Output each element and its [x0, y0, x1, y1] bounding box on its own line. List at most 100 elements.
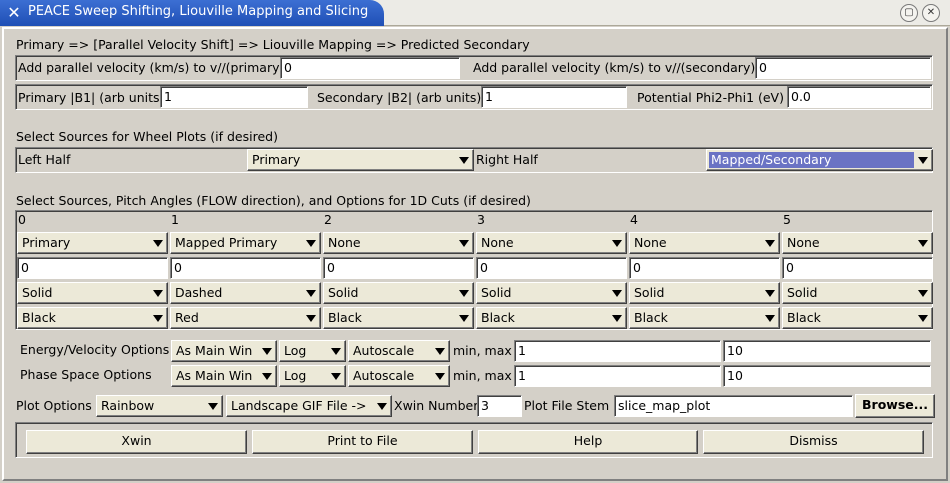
chevron-down-icon	[306, 290, 316, 297]
plot-file-stem-input[interactable]: slice_map_plot	[614, 395, 853, 417]
cut-pitch-input[interactable]: 0	[17, 257, 168, 279]
chevron-down-icon	[612, 290, 622, 297]
phase-scale-value: Log	[284, 368, 307, 383]
cut-color-dropdown[interactable]: Black	[782, 307, 933, 329]
b2-label: Secondary |B2| (arb units)	[317, 90, 482, 105]
cut-color-value: Black	[22, 310, 56, 325]
cut-color-dropdown[interactable]: Black	[17, 307, 168, 329]
colormap-dropdown[interactable]: Rainbow	[96, 395, 223, 417]
phi-input[interactable]: 0.0	[787, 86, 931, 108]
title-tab: ✕ PEACE Sweep Shifting, Liouville Mappin…	[0, 0, 384, 26]
add-vpar-secondary-input[interactable]: 0	[755, 57, 931, 79]
cut-line-dropdown[interactable]: Solid	[323, 282, 474, 304]
cut-color-dropdown[interactable]: Red	[170, 307, 321, 329]
chevron-down-icon	[153, 315, 163, 322]
cut-line-value: Solid	[22, 285, 53, 300]
cut-col-index: 2	[324, 212, 332, 227]
energy-mode-dropdown[interactable]: As Main Win	[171, 340, 277, 362]
cut-line-dropdown[interactable]: Solid	[17, 282, 168, 304]
phase-min-input[interactable]: 1	[514, 365, 721, 387]
cut-source-dropdown[interactable]: None	[782, 232, 933, 254]
cut-source-dropdown[interactable]: None	[629, 232, 780, 254]
cut-source-dropdown[interactable]: None	[476, 232, 627, 254]
energy-min-input[interactable]: 1	[514, 340, 721, 362]
colormap-value: Rainbow	[101, 398, 155, 413]
cut-source-dropdown[interactable]: Primary	[17, 232, 168, 254]
xwin-button[interactable]: Xwin	[26, 430, 247, 454]
chevron-down-icon	[765, 290, 775, 297]
cut-pitch-input[interactable]: 0	[782, 257, 933, 279]
cut-color-value: Black	[634, 310, 668, 325]
help-button[interactable]: Help	[478, 430, 698, 454]
cut-color-dropdown[interactable]: Black	[629, 307, 780, 329]
cut-line-dropdown[interactable]: Solid	[782, 282, 933, 304]
chevron-down-icon	[306, 315, 316, 322]
chevron-down-icon	[918, 157, 928, 164]
energy-mode-value: As Main Win	[176, 343, 253, 358]
b1-input[interactable]: 1	[160, 86, 308, 108]
phase-max-input[interactable]: 10	[723, 365, 931, 387]
cuts-header: Select Sources, Pitch Angles (FLOW direc…	[16, 193, 531, 208]
cut-line-value: Solid	[481, 285, 512, 300]
energy-options-label: Energy/Velocity Options	[20, 342, 170, 357]
b2-input[interactable]: 1	[481, 86, 627, 108]
cut-source-dropdown[interactable]: Mapped Primary	[170, 232, 321, 254]
title-bar: ✕ PEACE Sweep Shifting, Liouville Mappin…	[0, 0, 950, 26]
wheel-left-label: Left Half	[18, 152, 71, 167]
cut-color-dropdown[interactable]: Black	[476, 307, 627, 329]
window-title: PEACE Sweep Shifting, Liouville Mapping …	[28, 4, 369, 19]
cut-line-value: Solid	[328, 285, 359, 300]
plot-file-stem-label: Plot File Stem	[524, 398, 610, 413]
chevron-down-icon	[459, 157, 469, 164]
cut-pitch-input[interactable]: 0	[170, 257, 321, 279]
wheel-right-value: Mapped/Secondary	[709, 152, 914, 168]
b1-label: Primary |B1| (arb units)	[18, 90, 165, 105]
wheel-left-value: Primary	[252, 152, 301, 167]
cut-source-value: None	[481, 235, 514, 250]
cut-pitch-input[interactable]: 0	[629, 257, 780, 279]
cut-source-value: Primary	[22, 235, 71, 250]
cut-col-index: 3	[477, 212, 485, 227]
phase-scale-dropdown[interactable]: Log	[279, 365, 346, 387]
close-icon[interactable]: ✕	[922, 4, 940, 22]
energy-max-input[interactable]: 10	[723, 340, 931, 362]
cut-color-value: Red	[175, 310, 199, 325]
cut-line-dropdown[interactable]: Dashed	[170, 282, 321, 304]
chevron-down-icon	[306, 240, 316, 247]
browse-button[interactable]: Browse...	[855, 394, 935, 418]
cut-color-value: Black	[328, 310, 362, 325]
energy-scale-dropdown[interactable]: Log	[279, 340, 346, 362]
phase-mode-dropdown[interactable]: As Main Win	[171, 365, 277, 387]
add-vpar-primary-label: Add parallel velocity (km/s) to v//(prim…	[18, 60, 285, 75]
cut-source-value: None	[328, 235, 361, 250]
wheel-left-dropdown[interactable]: Primary	[247, 149, 474, 171]
phase-options-label: Phase Space Options	[20, 367, 152, 382]
chevron-down-icon	[153, 240, 163, 247]
cut-line-dropdown[interactable]: Solid	[476, 282, 627, 304]
phase-range-dropdown[interactable]: Autoscale	[348, 365, 450, 387]
cut-source-dropdown[interactable]: None	[323, 232, 474, 254]
cut-line-value: Solid	[787, 285, 818, 300]
chevron-down-icon	[918, 240, 928, 247]
cut-color-value: Black	[787, 310, 821, 325]
print-to-file-button[interactable]: Print to File	[252, 430, 473, 454]
add-vpar-secondary-label: Add parallel velocity (km/s) to v//(seco…	[473, 60, 756, 75]
output-format-dropdown[interactable]: Landscape GIF File ->	[226, 395, 392, 417]
phase-range-value: Autoscale	[353, 368, 415, 383]
energy-range-dropdown[interactable]: Autoscale	[348, 340, 450, 362]
chevron-down-icon	[435, 373, 445, 380]
cut-pitch-input[interactable]: 0	[323, 257, 474, 279]
wheel-right-dropdown[interactable]: Mapped/Secondary	[706, 149, 933, 171]
cut-col-index: 0	[18, 212, 26, 227]
cut-pitch-input[interactable]: 0	[476, 257, 627, 279]
add-vpar-primary-input[interactable]: 0	[280, 57, 460, 79]
chevron-down-icon	[153, 290, 163, 297]
maximize-icon[interactable]: ▢	[900, 4, 918, 22]
cut-line-dropdown[interactable]: Solid	[629, 282, 780, 304]
cut-color-dropdown[interactable]: Black	[323, 307, 474, 329]
energy-range-value: Autoscale	[353, 343, 415, 358]
dismiss-button[interactable]: Dismiss	[703, 430, 924, 454]
energy-minmax-label: min, max	[453, 343, 512, 358]
xwin-number-input[interactable]: 3	[477, 395, 522, 417]
cut-source-value: None	[634, 235, 667, 250]
